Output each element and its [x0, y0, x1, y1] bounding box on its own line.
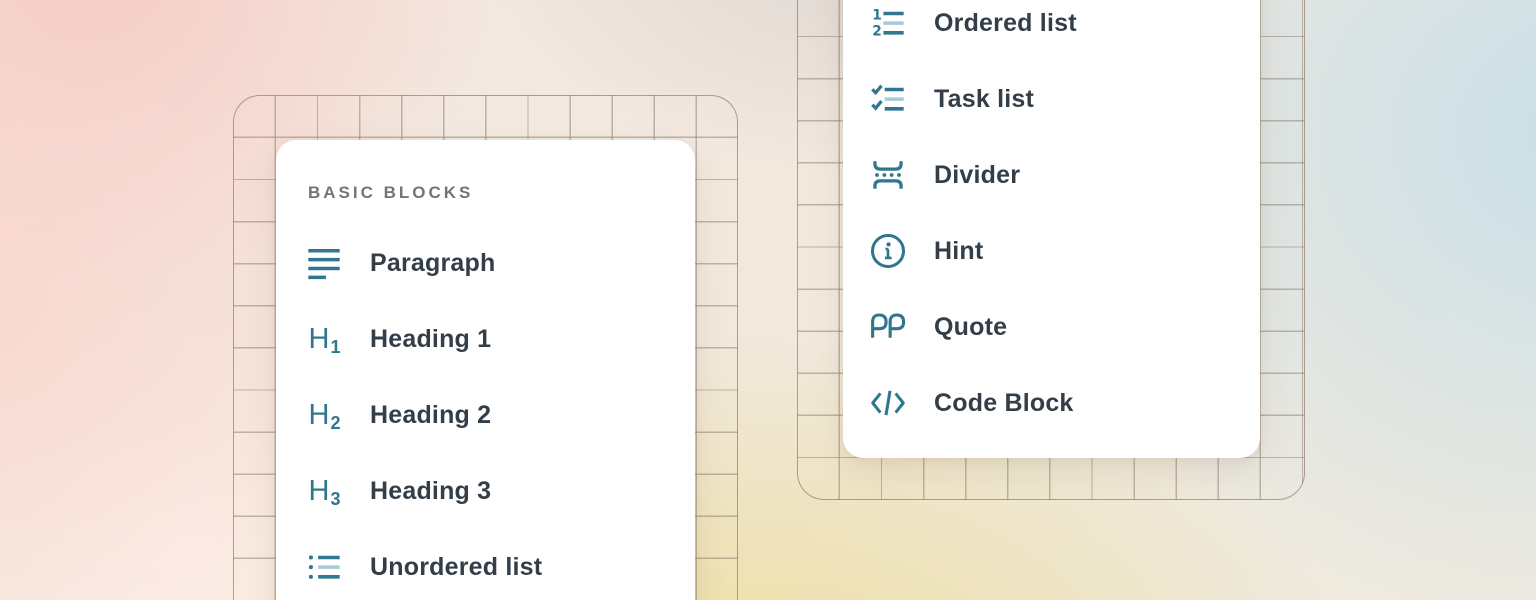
paragraph-icon — [306, 245, 342, 281]
menu-item-code-block[interactable]: Code Block — [843, 365, 1260, 441]
svg-text:2: 2 — [872, 23, 882, 39]
menu-item-label: Heading 3 — [370, 477, 491, 506]
basic-blocks-menu: BASIC BLOCKS Paragraph H1 Heading 1 H2 H… — [276, 140, 695, 600]
svg-text:1: 1 — [872, 8, 882, 24]
menu-item-label: Quote — [934, 313, 1007, 342]
heading-2-icon: H2 — [306, 397, 342, 433]
quote-icon — [870, 309, 906, 345]
menu-item-ordered-list[interactable]: 1 2 Ordered list — [843, 0, 1260, 61]
heading-3-icon: H3 — [306, 473, 342, 509]
menu-item-label: Paragraph — [370, 249, 495, 278]
menu-item-label: Heading 1 — [370, 325, 491, 354]
menu-item-paragraph[interactable]: Paragraph — [276, 225, 695, 301]
menu-item-unordered-list[interactable]: Unordered list — [276, 529, 695, 600]
menu-item-label: Divider — [934, 161, 1020, 190]
menu-item-task-list[interactable]: Task list — [843, 61, 1260, 137]
more-blocks-menu: 1 2 Ordered list Task list — [843, 0, 1260, 458]
menu-item-label: Heading 2 — [370, 401, 491, 430]
menu-item-label: Task list — [934, 85, 1034, 114]
ordered-list-icon: 1 2 — [870, 5, 906, 41]
menu-item-label: Ordered list — [934, 9, 1077, 38]
menu-item-hint[interactable]: Hint — [843, 213, 1260, 289]
task-list-icon — [870, 81, 906, 117]
menu-item-heading-1[interactable]: H1 Heading 1 — [276, 301, 695, 377]
heading-1-icon: H1 — [306, 321, 342, 357]
menu-item-label: Code Block — [934, 389, 1074, 418]
menu-item-divider[interactable]: Divider — [843, 137, 1260, 213]
code-block-icon — [870, 385, 906, 421]
menu-item-heading-3[interactable]: H3 Heading 3 — [276, 453, 695, 529]
section-label: BASIC BLOCKS — [308, 183, 473, 203]
menu-item-heading-2[interactable]: H2 Heading 2 — [276, 377, 695, 453]
hero-illustration: BASIC BLOCKS Paragraph H1 Heading 1 H2 H… — [0, 0, 1536, 600]
unordered-list-icon — [306, 549, 342, 585]
hint-icon — [870, 233, 906, 269]
divider-icon — [870, 157, 906, 193]
menu-item-label: Unordered list — [370, 553, 542, 582]
menu-item-quote[interactable]: Quote — [843, 289, 1260, 365]
menu-item-label: Hint — [934, 237, 983, 266]
